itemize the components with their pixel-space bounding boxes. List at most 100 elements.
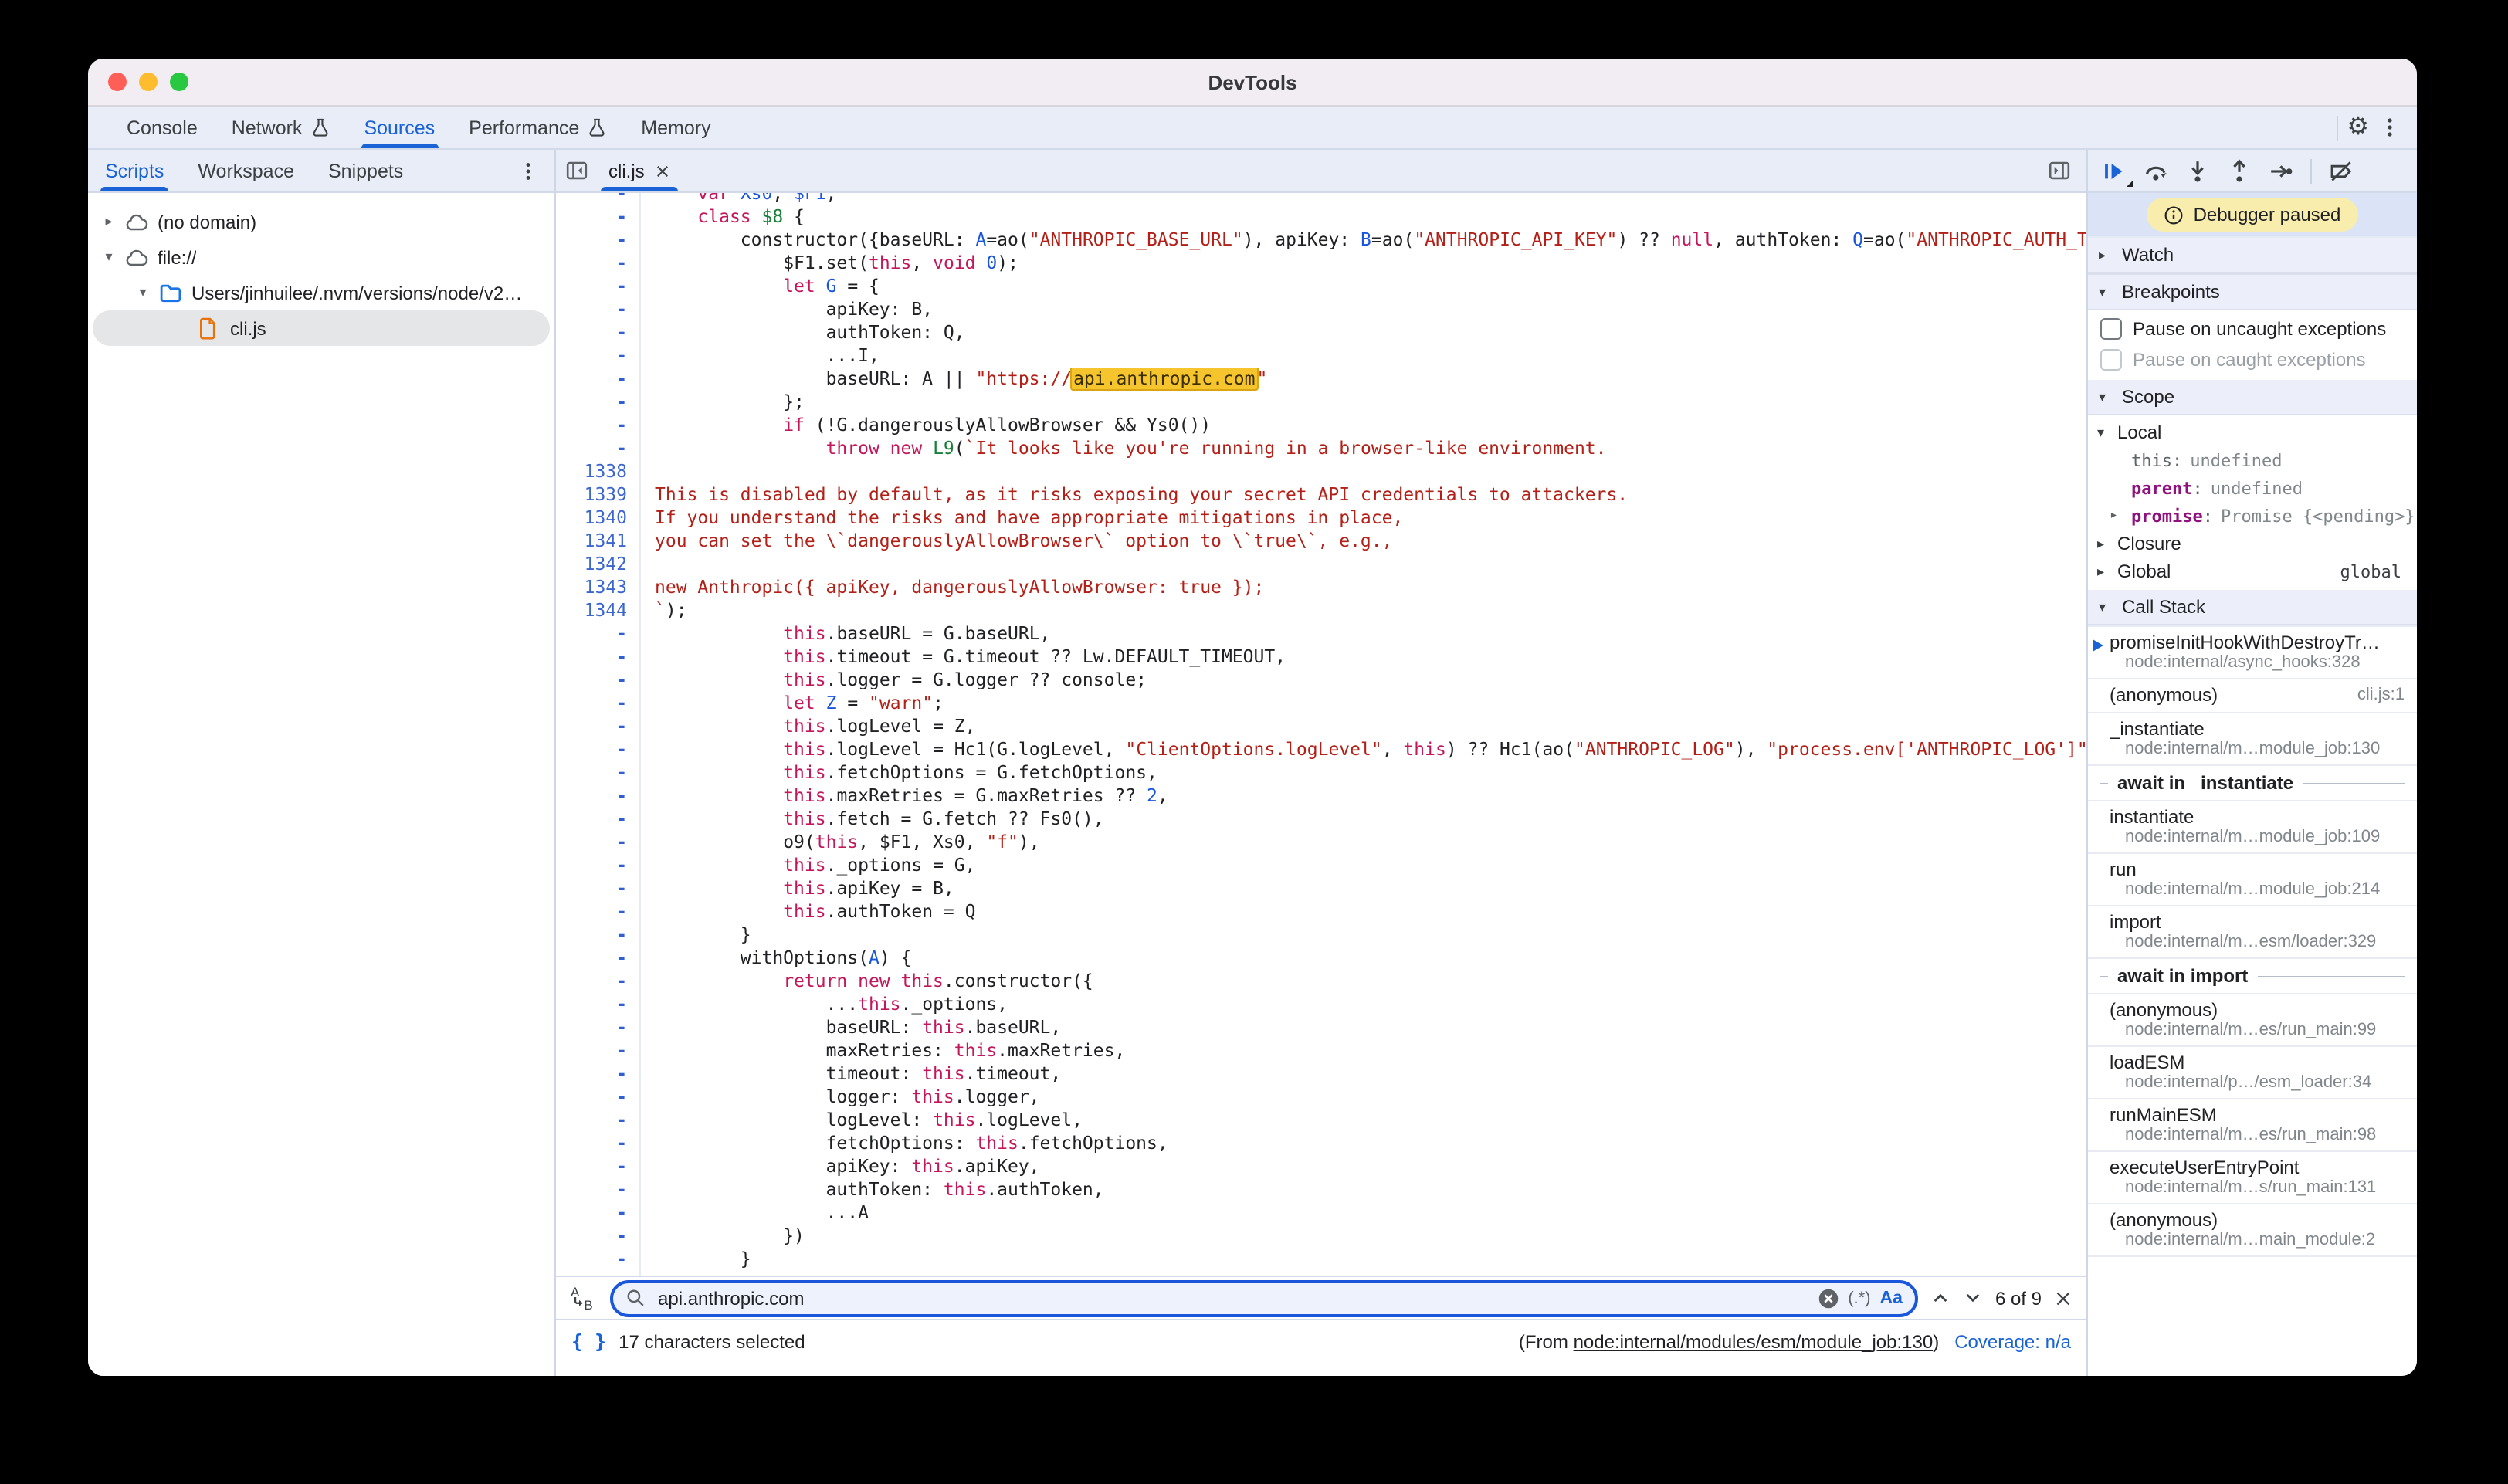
line-gutter[interactable]: 1338 (556, 460, 641, 483)
line-gutter[interactable]: - (556, 252, 641, 275)
line-gutter[interactable]: 1343 (556, 576, 641, 599)
tab-memory[interactable]: Memory (624, 107, 727, 148)
checkbox[interactable] (2100, 318, 2122, 340)
call-stack-frame-loadesm[interactable]: loadESMnode:internal/p…/esm_loader:34 (2088, 1045, 2417, 1098)
regex-toggle[interactable]: (.*) (1848, 1289, 1870, 1307)
line-gutter[interactable]: - (556, 669, 641, 692)
zoom-window-button[interactable] (170, 73, 188, 91)
step-into-button[interactable] (2185, 158, 2210, 183)
line-gutter[interactable]: - (556, 1225, 641, 1248)
call-stack-frame-anonymous[interactable]: (anonymous)node:internal/m…main_module:2 (2088, 1203, 2417, 1255)
checkbox[interactable] (2100, 349, 2122, 371)
breakpoint-option-pause-on-caught-exceptions[interactable]: Pause on caught exceptions (2088, 344, 2417, 375)
navigator-more-icon[interactable] (502, 150, 554, 191)
call-stack-frame-run[interactable]: runnode:internal/m…module_job:214 (2088, 852, 2417, 905)
call-stack-frame-instantiate[interactable]: _instantiatenode:internal/m…module_job:1… (2088, 712, 2417, 764)
line-gutter[interactable]: 1339 (556, 483, 641, 507)
section-watch[interactable]: ▸ Watch (2088, 238, 2417, 273)
line-gutter[interactable]: 1341 (556, 530, 641, 553)
sidebar-tab-scripts[interactable]: Scripts (88, 150, 181, 191)
tree-item-users-jinhuilee-nvm-versions-node-v2[interactable]: ▾Users/jinhuilee/.nvm/versions/node/v2… (88, 275, 554, 310)
line-gutter[interactable]: - (556, 1248, 641, 1271)
scope-group-closure[interactable]: ▸Closure (2088, 530, 2417, 557)
editor-tab-clijs[interactable]: cli.js (595, 150, 685, 191)
line-gutter[interactable]: - (556, 1109, 641, 1132)
line-gutter[interactable]: - (556, 947, 641, 970)
line-gutter[interactable]: - (556, 321, 641, 344)
close-window-button[interactable] (108, 73, 127, 91)
hide-navigator-icon[interactable] (565, 159, 588, 182)
previous-match-icon[interactable] (1930, 1288, 1950, 1308)
section-call-stack[interactable]: ▾ Call Stack (2088, 590, 2417, 625)
call-stack-frame-instantiate[interactable]: instantiatenode:internal/m…module_job:10… (2088, 800, 2417, 852)
line-gutter[interactable]: - (556, 923, 641, 947)
sidebar-tab-workspace[interactable]: Workspace (181, 150, 311, 191)
line-gutter[interactable]: - (556, 344, 641, 368)
line-gutter[interactable]: 1342 (556, 553, 641, 576)
settings-gear-icon[interactable]: ⚙ (2347, 115, 2369, 140)
show-debugger-sidebar-icon[interactable] (2048, 159, 2077, 182)
tree-item-file[interactable]: ▾file:// (88, 239, 554, 275)
close-search-icon[interactable] (2054, 1289, 2072, 1307)
line-gutter[interactable]: - (556, 808, 641, 831)
call-stack-frame-anonymous[interactable]: (anonymous)cli.js:1 (2088, 678, 2417, 712)
clear-search-icon[interactable] (1817, 1287, 1839, 1309)
deactivate-breakpoints-button[interactable] (2329, 158, 2354, 183)
close-tab-icon[interactable] (656, 163, 671, 178)
line-gutter[interactable]: - (556, 1086, 641, 1109)
line-gutter[interactable]: - (556, 275, 641, 298)
line-gutter[interactable]: - (556, 784, 641, 808)
more-options-icon[interactable] (2378, 116, 2401, 139)
line-gutter[interactable]: - (556, 622, 641, 645)
call-stack-frame-anonymous[interactable]: (anonymous)node:internal/m…es/run_main:9… (2088, 993, 2417, 1045)
line-gutter[interactable]: - (556, 193, 641, 205)
scope-variable-parent[interactable]: parent:undefined (2088, 474, 2417, 502)
line-gutter[interactable]: - (556, 715, 641, 738)
scope-group-local[interactable]: ▾Local (2088, 418, 2417, 446)
tree-item-no-domain[interactable]: ▸(no domain) (88, 204, 554, 239)
line-gutter[interactable]: - (556, 1039, 641, 1062)
breakpoint-option-pause-on-uncaught-exceptions[interactable]: Pause on uncaught exceptions (2088, 313, 2417, 344)
line-gutter[interactable]: - (556, 1062, 641, 1086)
search-input[interactable] (655, 1286, 1808, 1310)
minimize-window-button[interactable] (139, 73, 158, 91)
section-breakpoints[interactable]: ▾ Breakpoints (2088, 273, 2417, 310)
tab-sources[interactable]: Sources (347, 107, 452, 148)
line-gutter[interactable]: - (556, 645, 641, 669)
line-gutter[interactable]: - (556, 298, 641, 321)
line-gutter[interactable]: - (556, 877, 641, 900)
line-gutter[interactable]: - (556, 1201, 641, 1225)
match-case-toggle[interactable]: Aa (1880, 1289, 1903, 1307)
line-gutter[interactable]: - (556, 970, 641, 993)
line-gutter[interactable]: - (556, 738, 641, 761)
line-gutter[interactable]: - (556, 391, 641, 414)
tab-console[interactable]: Console (110, 107, 215, 148)
call-stack-frame-executeuserentrypoint[interactable]: executeUserEntryPointnode:internal/m…s/r… (2088, 1150, 2417, 1203)
tree-item-cli-js[interactable]: cli.js (93, 310, 550, 346)
replace-toggle-icon[interactable]: AB (570, 1285, 598, 1311)
line-gutter[interactable]: - (556, 761, 641, 784)
call-stack-frame-promiseinithookwithdestroytr[interactable]: promiseInitHookWithDestroyTr…node:intern… (2088, 625, 2417, 678)
line-gutter[interactable]: - (556, 854, 641, 877)
line-gutter[interactable]: 1340 (556, 507, 641, 530)
line-gutter[interactable]: - (556, 1132, 641, 1155)
tab-network[interactable]: Network (215, 107, 347, 148)
line-gutter[interactable]: - (556, 993, 641, 1016)
line-gutter[interactable]: - (556, 205, 641, 229)
line-gutter[interactable]: - (556, 831, 641, 854)
pretty-print-icon[interactable]: { } (571, 1330, 606, 1353)
call-stack-frame-import[interactable]: importnode:internal/m…esm/loader:329 (2088, 905, 2417, 957)
step-out-button[interactable] (2227, 158, 2252, 183)
section-scope[interactable]: ▾ Scope (2088, 380, 2417, 415)
source-origin-link[interactable]: node:internal/modules/esm/module_job:130 (1574, 1330, 1934, 1352)
line-gutter[interactable]: - (556, 414, 641, 437)
scope-variable-promise[interactable]: ▸promise:Promise {<pending>} (2088, 502, 2417, 530)
line-gutter[interactable]: - (556, 368, 641, 391)
scope-group-global[interactable]: ▸Globalglobal (2088, 557, 2417, 585)
resume-script-button[interactable] (2102, 158, 2127, 183)
next-match-icon[interactable] (1963, 1288, 1983, 1308)
line-gutter[interactable]: - (556, 1016, 641, 1039)
line-gutter[interactable]: - (556, 900, 641, 923)
step-button[interactable] (2269, 158, 2293, 183)
line-gutter[interactable]: - (556, 692, 641, 715)
